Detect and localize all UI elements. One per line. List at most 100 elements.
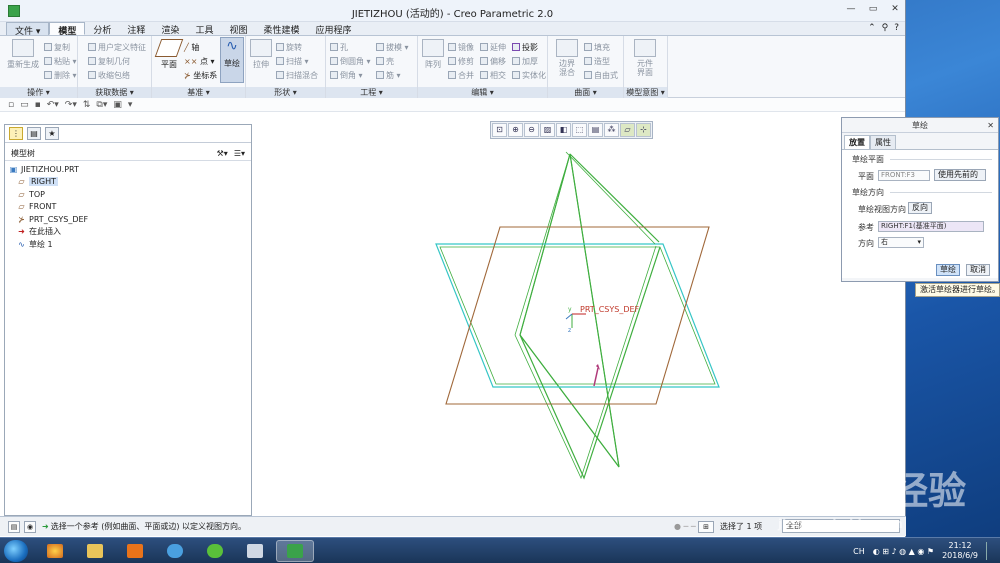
zoom-out-icon[interactable]: ⊖ <box>524 123 539 137</box>
tree-node-sketch[interactable]: ∿ 草绘 1 <box>9 238 247 251</box>
group-label-engineering[interactable]: 工程 ▾ <box>326 87 417 98</box>
tree-settings-icon[interactable]: ⚒▾ <box>217 149 228 158</box>
plane-button[interactable]: 平面 <box>154 39 184 70</box>
tab-annotate[interactable]: 注释 <box>119 22 153 36</box>
sketch-button[interactable]: ∿ 草绘 <box>220 37 244 83</box>
annotation-display-icon[interactable]: ▱ <box>620 123 635 137</box>
delete-button[interactable]: 删除 ▾ <box>44 70 77 81</box>
save-icon[interactable]: ▪ <box>35 100 41 110</box>
datum-display-icon[interactable]: ⁂ <box>604 123 619 137</box>
taskbar-app-4[interactable] <box>156 540 194 562</box>
chamfer-button[interactable]: 倒角 ▾ <box>330 70 363 81</box>
zoom-in-icon[interactable]: ⊕ <box>508 123 523 137</box>
close-window-icon[interactable]: ▣ <box>113 100 122 110</box>
rib-button[interactable]: 筋 ▾ <box>376 70 401 81</box>
view-manager-icon[interactable]: ▤ <box>588 123 603 137</box>
use-previous-button[interactable]: 使用先前的 <box>934 169 986 181</box>
boundary-blend-button[interactable]: 边界 混合 <box>552 39 582 77</box>
plane-field[interactable]: FRONT:F3 <box>878 170 930 181</box>
style-button[interactable]: 造型 <box>584 56 610 67</box>
swept-blend-button[interactable]: 扫描混合 <box>276 70 318 81</box>
clock[interactable]: 21:12 2018/6/9 <box>942 541 978 561</box>
tab-file[interactable]: 文件 ▾ <box>6 22 50 37</box>
redo-icon[interactable]: ↷▾ <box>65 100 77 110</box>
component-interface-button[interactable]: 元件 界面 <box>630 39 660 77</box>
pattern-button[interactable]: 阵列 <box>421 39 445 70</box>
group-label-datum[interactable]: 基准 ▾ <box>152 87 245 98</box>
tree-node-insert-here[interactable]: ➜ 在此插入 <box>9 226 247 239</box>
tab-tools[interactable]: 工具 <box>187 22 221 36</box>
offset-button[interactable]: 偏移 <box>480 56 506 67</box>
search-icon[interactable]: ⚲ <box>882 23 889 33</box>
taskbar-paint[interactable] <box>236 540 274 562</box>
flip-button[interactable]: 反向 <box>908 202 932 214</box>
sketch-confirm-button[interactable]: 草绘 <box>936 264 960 276</box>
windows-icon[interactable]: ⧉▾ <box>96 100 107 110</box>
spin-center-icon[interactable]: ⊹ <box>636 123 651 137</box>
project-button[interactable]: 投影 <box>512 42 538 53</box>
freestyle-button[interactable]: 自由式 <box>584 70 618 81</box>
group-label-get-data[interactable]: 获取数据 ▾ <box>78 87 151 98</box>
customize-qat-icon[interactable]: ▾ <box>128 100 133 110</box>
tab-view[interactable]: 视图 <box>221 22 255 36</box>
tab-model[interactable]: 模型 <box>49 22 86 37</box>
undo-icon[interactable]: ↶▾ <box>47 100 59 110</box>
fill-button[interactable]: 填充 <box>584 42 610 53</box>
collapse-ribbon-icon[interactable]: ⌃ <box>868 23 876 33</box>
point-button[interactable]: ×× 点 ▾ <box>184 56 215 67</box>
tree-node-part[interactable]: ▣ JIETIZHOU.PRT <box>9 163 247 176</box>
help-icon[interactable]: ? <box>894 23 899 33</box>
draft-button[interactable]: 拔模 ▾ <box>376 42 409 53</box>
saved-orientations-icon[interactable]: ⬚ <box>572 123 587 137</box>
round-button[interactable]: 倒圆角 ▾ <box>330 56 371 67</box>
minimize-icon[interactable]: — <box>845 4 857 14</box>
tab-analysis[interactable]: 分析 <box>85 22 119 36</box>
taskbar-app-1[interactable] <box>36 540 74 562</box>
tab-applications[interactable]: 应用程序 <box>308 22 360 36</box>
sketch-direction-arrow[interactable] <box>593 364 600 387</box>
favorites-tab-icon[interactable]: ★ <box>45 127 59 140</box>
group-label-editing[interactable]: 编辑 ▾ <box>418 87 547 98</box>
selection-count[interactable]: 选择了 1 项 <box>720 521 762 532</box>
merge-button[interactable]: 合并 <box>448 70 474 81</box>
tab-flexible-modeling[interactable]: 柔性建模 <box>255 22 307 36</box>
tree-show-icon[interactable]: ☰▾ <box>234 149 245 158</box>
datum-plane-right-green[interactable] <box>514 151 661 480</box>
repaint-icon[interactable]: ▨ <box>540 123 555 137</box>
mirror-button[interactable]: 镜像 <box>448 42 474 53</box>
extend-button[interactable]: 延伸 <box>480 42 506 53</box>
tab-render[interactable]: 渲染 <box>153 22 187 36</box>
hole-button[interactable]: 孔 <box>330 42 348 53</box>
tray-icons[interactable]: ◐ ⊞ ♪ ◍ ▲ ◉ ⚑ <box>873 547 934 556</box>
taskbar-creo[interactable] <box>276 540 314 562</box>
regenerate-button[interactable]: 重新生成 <box>6 39 40 70</box>
tab-properties[interactable]: 属性 <box>870 135 896 149</box>
folder-browser-tab-icon[interactable]: ▤ <box>27 127 41 140</box>
tree-node-top[interactable]: ▱ TOP <box>9 188 247 201</box>
extrude-button[interactable]: 拉伸 <box>248 39 274 70</box>
tab-placement[interactable]: 放置 <box>844 135 870 149</box>
open-file-icon[interactable]: ▭ <box>20 100 29 110</box>
dialog-close-icon[interactable]: ✕ <box>987 118 994 133</box>
start-button[interactable] <box>4 540 28 562</box>
reference-field[interactable]: RIGHT:F1(基准平面) <box>878 221 984 232</box>
csys-button[interactable]: ⊁ 坐标系 <box>184 70 217 81</box>
intersect-button[interactable]: 相交 <box>480 70 506 81</box>
thicken-button[interactable]: 加厚 <box>512 56 538 67</box>
model-tree-tab-icon[interactable]: ⋮ <box>9 127 23 140</box>
revolve-button[interactable]: 旋转 <box>276 42 302 53</box>
new-file-icon[interactable]: ▫ <box>8 100 14 110</box>
restore-icon[interactable]: ▭ <box>867 4 879 14</box>
selection-binoculars-icon[interactable]: ⊞ <box>698 521 714 533</box>
group-label-surfaces[interactable]: 曲面 ▾ <box>548 87 623 98</box>
sweep-button[interactable]: 扫描 ▾ <box>276 56 309 67</box>
shrinkwrap-button[interactable]: 收缩包络 <box>88 70 130 81</box>
taskbar-media-player[interactable] <box>116 540 154 562</box>
trim-button[interactable]: 修剪 <box>448 56 474 67</box>
show-desktop-button[interactable] <box>986 542 994 560</box>
taskbar-explorer[interactable] <box>76 540 114 562</box>
paste-button[interactable]: 粘贴 ▾ <box>44 56 77 67</box>
group-label-shapes[interactable]: 形状 ▾ <box>246 87 325 98</box>
datum-plane-front-cyan[interactable] <box>435 243 720 388</box>
cancel-button[interactable]: 取消 <box>966 264 990 276</box>
